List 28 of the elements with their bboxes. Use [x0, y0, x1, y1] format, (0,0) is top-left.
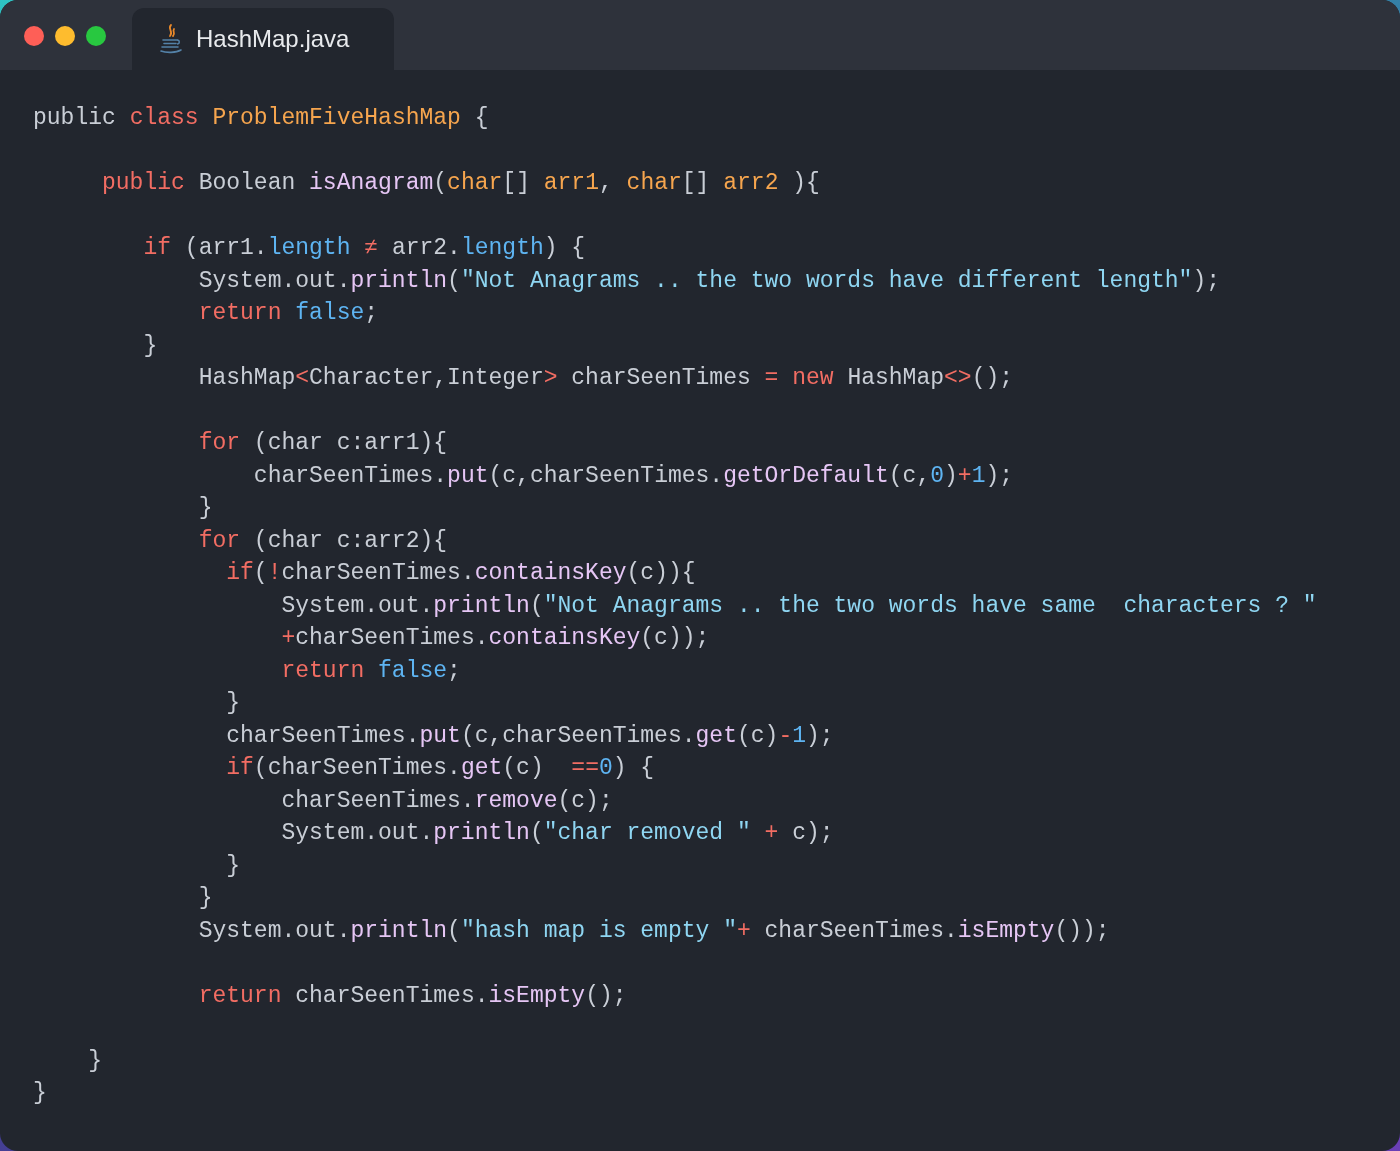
- code-line: }: [197, 885, 213, 911]
- coffee-cup-icon: [158, 23, 184, 55]
- code-line: }: [225, 852, 241, 879]
- code-line: }: [197, 495, 213, 521]
- code-line: return false;: [280, 657, 461, 684]
- code-line: }: [142, 332, 158, 359]
- code-line: System.out.println("Not Anagrams .. the two words have different length");: [197, 267, 1221, 294]
- code-line: }: [87, 1047, 102, 1074]
- code-line: +charSeenTimes.containsKey(c));: [280, 625, 710, 651]
- code-line: charSeenTimes.remove(c);: [280, 787, 613, 814]
- code-line: public class ProblemFiveHashMap {: [33, 105, 489, 131]
- code-line: return false;: [197, 300, 379, 326]
- code-line: charSeenTimes.put(c,charSeenTimes.get(c)-1);: [225, 722, 834, 749]
- code-line: if(!charSeenTimes.containsKey(c)){: [225, 560, 696, 586]
- code-line: if(charSeenTimes.get(c) ==0) {: [225, 755, 655, 781]
- file-tab[interactable]: HashMap.java: [132, 8, 394, 70]
- code-line: System.out.println("char removed " + c);: [280, 820, 834, 846]
- code-line: for (char c:arr1){: [197, 430, 448, 456]
- code-line: HashMap<Character,Integer> charSeenTimes = new HashMap<>();: [197, 365, 1014, 391]
- code-line: }: [225, 690, 241, 716]
- code-line: for (char c:arr2){: [197, 527, 448, 554]
- code-line: charSeenTimes.put(c,charSeenTimes.getOrDefault(c,0)+1);: [252, 462, 1014, 489]
- code-line: public Boolean isAnagram(char[] arr1, char[] arr2 ){: [101, 170, 820, 196]
- code-line: System.out.println("hash map is empty "+ charSeenTimes.isEmpty());: [197, 917, 1110, 944]
- code-line: }: [33, 1080, 47, 1106]
- code-line: if (arr1.length ≠ arr2.length) {: [142, 235, 586, 261]
- code-line: System.out.println("Not Anagrams .. the two words have same characters ? ": [280, 592, 1317, 619]
- code-line: return charSeenTimes.isEmpty();: [197, 982, 627, 1009]
